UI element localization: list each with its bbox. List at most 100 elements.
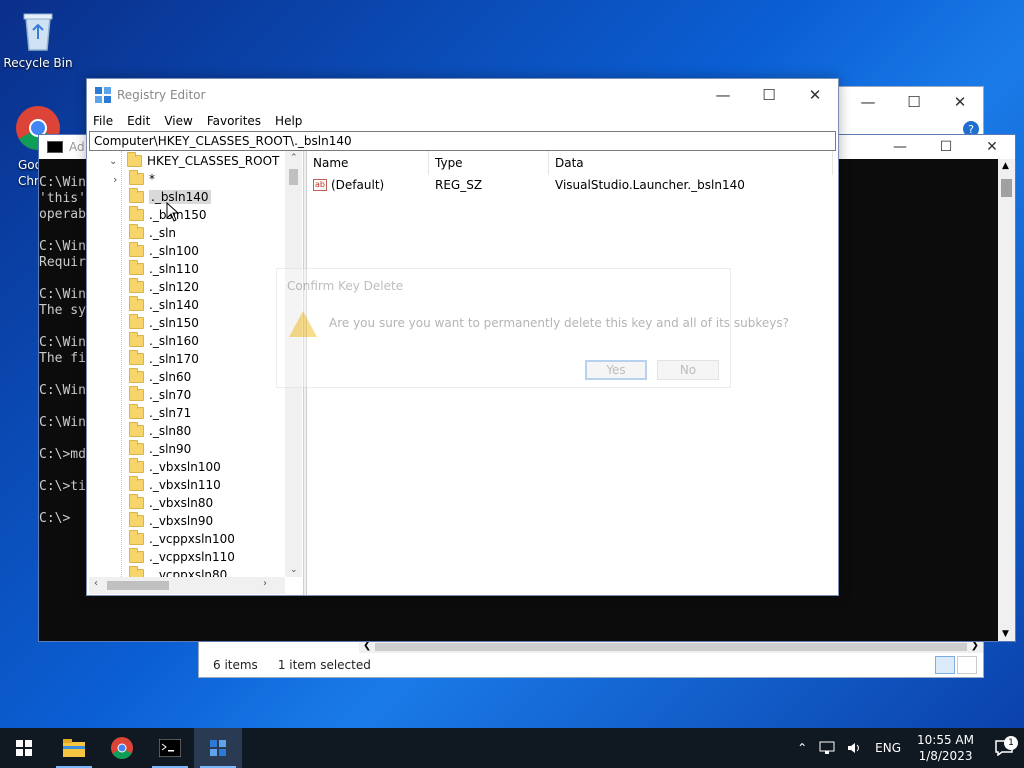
tree-hscroll-thumb[interactable]	[107, 581, 169, 590]
tree-key-item[interactable]: ._sln170	[129, 350, 199, 368]
regedit-title-bar[interactable]: Registry Editor — ☐ ✕	[87, 79, 838, 111]
taskbar-chrome[interactable]	[98, 728, 146, 768]
value-name: (Default)	[331, 178, 385, 192]
tree-key-item[interactable]: ._vbxsln80	[129, 494, 213, 512]
recycle-bin-desktop-icon[interactable]: Recycle Bin	[0, 8, 76, 70]
scroll-thumb[interactable]	[375, 643, 967, 651]
menu-help[interactable]: Help	[275, 114, 302, 128]
console-close-button[interactable]: ✕	[969, 135, 1015, 159]
terminal-icon	[159, 739, 181, 757]
console-vertical-scrollbar[interactable]: ▲ ▼	[998, 159, 1015, 641]
menu-favorites[interactable]: Favorites	[207, 114, 261, 128]
clock[interactable]: 10:55 AM 1/8/2023	[907, 732, 984, 764]
tree-key-item[interactable]: ._vcppxsln80	[129, 566, 227, 577]
tree-key-item[interactable]: ._vcppxsln110	[129, 548, 235, 566]
value-name-cell: ab (Default)	[307, 178, 429, 192]
taskbar-command-prompt[interactable]	[146, 728, 194, 768]
tree-key-item[interactable]: ._sln120	[129, 278, 199, 296]
tree-key-item[interactable]: ._sln90	[129, 440, 191, 458]
tree-key-item[interactable]: ._sln70	[129, 386, 191, 404]
address-bar[interactable]: Computer\HKEY_CLASSES_ROOT\._bsln140	[89, 131, 836, 151]
collapsed-chevron-icon[interactable]: ›	[113, 173, 117, 186]
tree-key-label: ._sln	[149, 226, 177, 240]
folder-icon	[129, 332, 144, 347]
tree-horizontal-scrollbar[interactable]: ‹ ›	[89, 577, 285, 594]
tree-key-item[interactable]: ._vbxsln110	[129, 476, 221, 494]
string-value-icon: ab	[313, 179, 327, 191]
folder-icon	[129, 206, 144, 221]
confirm-key-delete-dialog[interactable]: Confirm Key Delete Are you sure you want…	[276, 268, 789, 388]
tree-key-label: ._sln70	[149, 388, 192, 402]
column-header-type[interactable]: Type	[429, 151, 549, 175]
value-data: VisualStudio.Launcher._bsln140	[555, 178, 745, 192]
console-scroll-thumb[interactable]	[1001, 179, 1012, 197]
tree-root-node[interactable]: ⌄ HKEY_CLASSES_ROOT	[109, 152, 279, 170]
console-minimize-button[interactable]: —	[877, 135, 923, 159]
tree-key-item[interactable]: ._sln110	[129, 260, 199, 278]
maximize-button[interactable]: ☐	[891, 87, 937, 117]
tree-key-label: ._sln80	[149, 424, 192, 438]
tree-scroll-thumb[interactable]	[289, 169, 298, 185]
clock-date: 1/8/2023	[918, 749, 973, 763]
column-header-data[interactable]: Data	[549, 151, 833, 175]
tree-key-item[interactable]: ._vbxsln100	[129, 458, 221, 476]
menu-file[interactable]: File	[93, 114, 113, 128]
console-scroll-down-arrow[interactable]: ▼	[1002, 629, 1009, 639]
tree-key-item[interactable]: › *	[113, 170, 155, 188]
details-view-icon[interactable]	[935, 656, 955, 674]
folder-icon	[129, 530, 144, 545]
large-icons-view-icon[interactable]	[957, 656, 977, 674]
volume-icon[interactable]	[841, 741, 869, 755]
tree-key-item[interactable]: ._vcppxsln100	[129, 530, 235, 548]
folder-icon	[129, 242, 144, 257]
taskbar-registry-editor[interactable]	[194, 728, 242, 768]
tree-key-label: ._sln71	[149, 406, 192, 420]
tree-scroll-left-arrow[interactable]: ‹	[94, 578, 98, 589]
tree-root-label: HKEY_CLASSES_ROOT	[147, 154, 280, 168]
explorer-status-bar: 6 items 1 item selected	[199, 653, 983, 677]
tree-key-item[interactable]: ._sln	[129, 224, 176, 242]
tree-key-item[interactable]: ._sln150	[129, 314, 199, 332]
taskbar-file-explorer[interactable]	[50, 728, 98, 768]
column-header-name[interactable]: Name	[307, 151, 429, 175]
menu-view[interactable]: View	[164, 114, 192, 128]
menu-edit[interactable]: Edit	[127, 114, 150, 128]
no-button[interactable]: No	[657, 360, 719, 380]
console-scroll-up-arrow[interactable]: ▲	[1002, 161, 1009, 171]
tree-key-item[interactable]: ._sln100	[129, 242, 199, 260]
system-tray: ⌃ ENG 10:55 AM 1/8/2023 1	[791, 728, 1024, 768]
console-title: Ad	[69, 140, 85, 154]
tree-key-label: ._sln170	[149, 352, 199, 366]
tree-key-item[interactable]: ._sln60	[129, 368, 191, 386]
tree-scroll-right-arrow[interactable]: ›	[263, 578, 267, 589]
console-maximize-button[interactable]: ☐	[923, 135, 969, 159]
folder-icon	[129, 350, 144, 365]
folder-icon	[129, 386, 144, 401]
tree-scroll-up-arrow[interactable]: ⌃	[290, 153, 298, 163]
folder-icon	[129, 422, 144, 437]
start-button[interactable]	[0, 728, 48, 768]
folder-icon	[129, 476, 144, 491]
key-tree: ⌄ HKEY_CLASSES_ROOT › * ._bsln140 ._bsln150…	[89, 151, 285, 577]
show-hidden-icons-chevron-icon[interactable]: ⌃	[791, 741, 813, 755]
value-row[interactable]: ab (Default) REG_SZ VisualStudio.Launche…	[307, 175, 836, 195]
tree-scroll-down-arrow[interactable]: ⌄	[290, 565, 298, 575]
action-center-button[interactable]: 1	[984, 736, 1024, 756]
dialog-message: Are you sure you want to permanently del…	[329, 316, 789, 330]
yes-button[interactable]: Yes	[585, 360, 647, 380]
tree-key-label: ._sln140	[149, 298, 199, 312]
regedit-minimize-button[interactable]: —	[700, 79, 746, 111]
input-language[interactable]: ENG	[869, 741, 907, 755]
minimize-button[interactable]: —	[845, 87, 891, 117]
tree-key-item[interactable]: ._sln140	[129, 296, 199, 314]
expanded-chevron-icon[interactable]: ⌄	[109, 156, 123, 167]
regedit-maximize-button[interactable]: ☐	[746, 79, 792, 111]
chrome-icon	[111, 737, 133, 759]
tree-key-item[interactable]: ._vbxsln90	[129, 512, 213, 530]
close-button[interactable]: ✕	[937, 87, 983, 117]
tree-key-item[interactable]: ._sln160	[129, 332, 199, 350]
tree-key-item[interactable]: ._sln71	[129, 404, 191, 422]
network-icon[interactable]	[813, 741, 841, 755]
tree-key-item[interactable]: ._sln80	[129, 422, 191, 440]
regedit-close-button[interactable]: ✕	[792, 79, 838, 111]
